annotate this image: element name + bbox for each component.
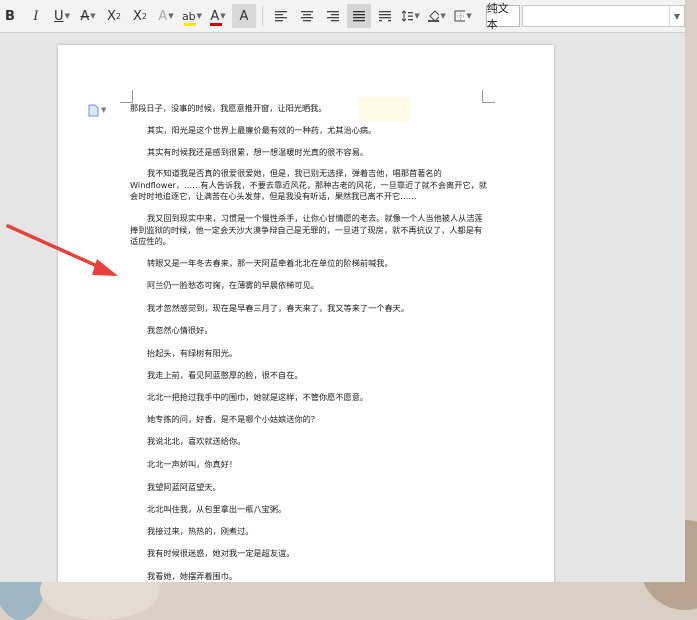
- paragraph: 我才忽然感觉到，现在是早春三月了，春天来了，我又等来了一个春天。: [147, 303, 410, 313]
- align-right-icon: [326, 11, 339, 22]
- highlight-color-swatch: [184, 23, 196, 26]
- line-spacing-button[interactable]: ▼: [399, 4, 423, 28]
- formatting-toolbar: B I U ▼ A ▼ X2 X2 A ▼ ab ▼ A ▼ A ▼ ▼ ▼ 纯…: [0, 0, 685, 33]
- italic-button[interactable]: I: [24, 4, 48, 28]
- justify-button[interactable]: [346, 4, 371, 28]
- chevron-down-icon: ▼: [414, 12, 420, 20]
- border-grid-icon: [454, 10, 466, 22]
- paragraph: 我走上前，看见阿蓝憨厚的脸，很不自在。: [147, 370, 303, 380]
- margin-corner-mark: [482, 90, 495, 103]
- line-spacing-icon: [401, 10, 414, 22]
- paragraph: 我接过来，热热的，刚煮过。: [147, 526, 254, 536]
- paragraph: 我忽然心情很好。: [147, 325, 213, 335]
- chevron-down-icon: ▼: [669, 6, 684, 26]
- chevron-down-icon: ▼: [168, 12, 174, 20]
- justify-icon: [352, 11, 365, 22]
- align-right-button[interactable]: [321, 4, 345, 28]
- paragraph: 我望阿蓝阿蓝望天。: [147, 482, 221, 492]
- paragraph: 我有时候很迷惑，她对我一定是超友谊。: [147, 548, 295, 558]
- subscript-button[interactable]: X2: [128, 4, 152, 28]
- chevron-down-icon: ▼: [466, 12, 472, 20]
- underline-button[interactable]: U ▼: [50, 4, 74, 28]
- style-dropdown[interactable]: ▼: [521, 5, 685, 27]
- paragraph: 北北一声娇叫，你真好！: [147, 459, 238, 469]
- chevron-down-icon: ▼: [196, 12, 203, 20]
- distributed-align-button[interactable]: [373, 4, 397, 28]
- shading-button[interactable]: ▼: [425, 4, 449, 28]
- paragraph: 我看她，她摆弄着围巾。: [147, 571, 238, 581]
- toolbar-divider: [262, 6, 263, 26]
- document-icon[interactable]: ▼: [88, 103, 114, 117]
- paragraph: 我又回到现实中来，习惯是一个慢性杀手，让你心甘情愿的老去。就像一个人当他被人从洁…: [130, 213, 483, 246]
- chevron-down-icon: ▼: [220, 12, 226, 20]
- highlight-button[interactable]: ab ▼: [180, 4, 204, 28]
- bold-button[interactable]: B: [0, 4, 22, 28]
- document-canvas[interactable]: ▼ 那段日子，没事的时候，我愿意推开窗，让阳光晒我。 其实，阳光是这个世界上最廉…: [0, 33, 685, 582]
- paragraph: 那段日子，没事的时候，我愿意推开窗，让阳光晒我。: [130, 103, 327, 113]
- align-left-icon: [274, 11, 287, 22]
- paragraph: 阿兰仍一脸愁态可掬，在薄雾的早晨依稀可见。: [147, 280, 319, 290]
- paragraph: 北北叫住我，从包里拿出一瓶八宝粥。: [147, 504, 287, 514]
- char-shading-button[interactable]: A: [232, 4, 256, 28]
- superscript-button[interactable]: X2: [102, 4, 126, 28]
- paragraph: 我说北北，喜欢就送给你。: [147, 436, 246, 446]
- paragraph: 其实，阳光是这个世界上最廉价最有效的一种药，尤其治心病。: [147, 125, 377, 135]
- paragraph: 我不知道我是否真的很爱很爱她，但是，我已别无选择，弹着吉他，唱那首著名的Wind…: [130, 168, 487, 201]
- paragraph: 转眼又是一年冬去春来，那一天阿蓝牵着北北在单位的阶梯前喊我。: [147, 258, 393, 268]
- align-center-button[interactable]: [295, 4, 319, 28]
- chevron-down-icon: ▼: [90, 12, 96, 20]
- strikethrough-button[interactable]: A ▼: [76, 4, 100, 28]
- border-button[interactable]: ▼: [451, 4, 475, 28]
- chevron-down-icon: ▼: [64, 12, 70, 20]
- margin-corner-mark: [120, 90, 133, 103]
- chevron-down-icon: ▼: [101, 106, 107, 114]
- text-effect-button[interactable]: A ▼: [154, 4, 178, 28]
- font-color-swatch: [210, 23, 222, 26]
- chevron-down-icon: ▼: [440, 12, 446, 20]
- paragraph: 其实有时候我还是感到很累，想一想温暖时光真的很不容易。: [147, 147, 369, 157]
- align-center-icon: [300, 11, 313, 22]
- document-page[interactable]: ▼ 那段日子，没事的时候，我愿意推开窗，让阳光晒我。 其实，阳光是这个世界上最廉…: [58, 45, 554, 582]
- font-color-button[interactable]: A ▼: [206, 4, 230, 28]
- align-left-button[interactable]: [269, 4, 293, 28]
- style-preview[interactable]: 纯文本: [485, 2, 520, 31]
- paragraph: 抬起头，有绿树有阳光。: [147, 348, 238, 358]
- distributed-align-icon: [378, 11, 391, 22]
- paint-bucket-icon: [427, 10, 440, 22]
- editor-window: B I U ▼ A ▼ X2 X2 A ▼ ab ▼ A ▼ A ▼ ▼ ▼ 纯…: [0, 0, 685, 582]
- paragraph: 北北一把抢过我手中的围巾，她就是这样，不管你愿不愿意。: [147, 392, 369, 402]
- page-icon: [88, 104, 99, 116]
- paragraph: 她专拣的问，好香，是不是哪个小姑娘送你的？: [147, 414, 319, 424]
